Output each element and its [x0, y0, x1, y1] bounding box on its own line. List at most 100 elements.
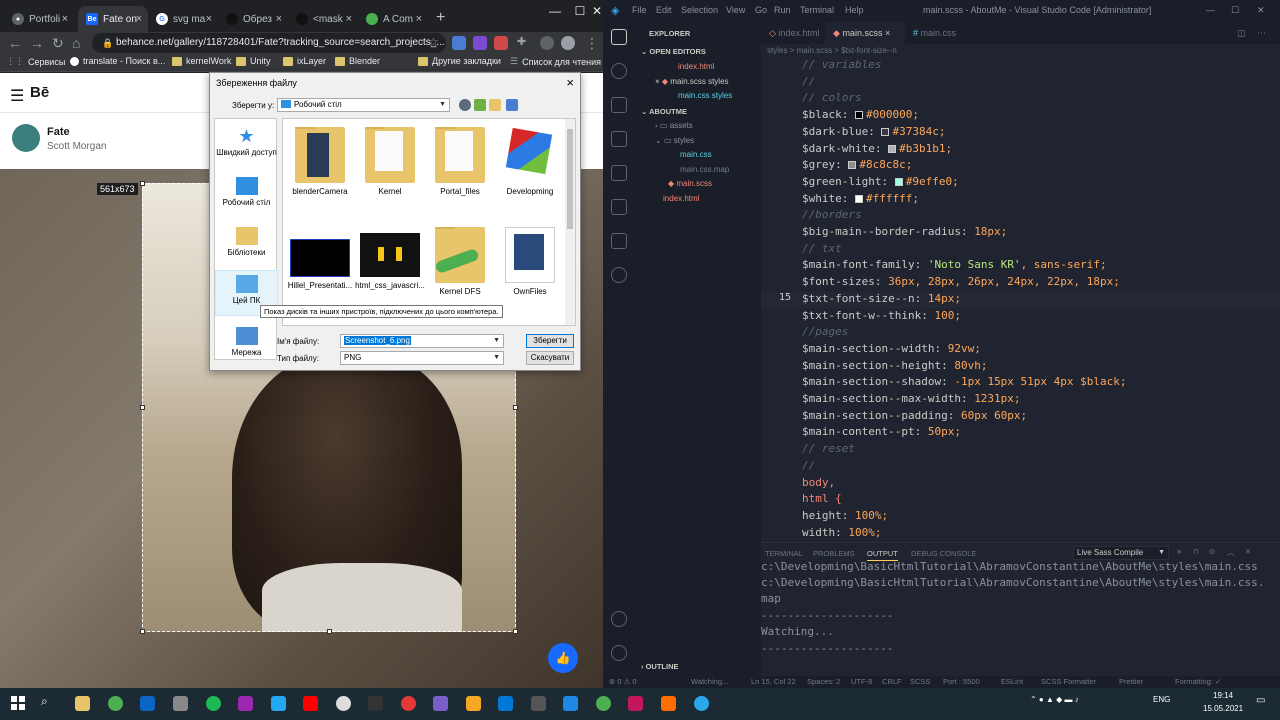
code-line[interactable]: // — [761, 75, 1280, 92]
filetype-select[interactable]: PNG ▼ — [340, 351, 504, 365]
outline-header[interactable]: › OUTLINE — [641, 662, 679, 671]
vscode-icon[interactable] — [271, 696, 286, 711]
bookmark-other[interactable]: Другие закладки — [418, 56, 501, 66]
home-icon[interactable]: ⌂ — [72, 35, 80, 51]
menu-go[interactable]: Go — [755, 5, 767, 15]
list-filter-icon[interactable]: ≡ — [1177, 547, 1181, 556]
explorer-icon[interactable] — [611, 29, 627, 45]
project-header[interactable]: ⌄ ABOUTME — [641, 107, 687, 116]
code-line[interactable]: width: 100%; — [761, 526, 1280, 543]
keyboard-language[interactable]: ENG — [1153, 695, 1170, 704]
up-folder-icon[interactable] — [474, 99, 486, 111]
status-prettier[interactable]: Prettier — [1119, 677, 1143, 686]
status-language[interactable]: SCSS — [910, 677, 930, 686]
app-icon[interactable] — [368, 696, 383, 711]
extension-icon[interactable] — [494, 36, 508, 50]
puzzle-extensions-icon[interactable]: ✚ — [517, 35, 526, 48]
avatar[interactable] — [12, 124, 40, 152]
code-line[interactable]: $main-section--width: 92vw; — [761, 342, 1280, 359]
code-line[interactable]: //borders — [761, 208, 1280, 225]
panel-tab-problems[interactable]: PROBLEMS — [813, 549, 855, 558]
place-quick-access[interactable]: ★ Швидкий доступ — [215, 127, 278, 158]
code-line[interactable]: $dark-blue: #37384c; — [761, 125, 1280, 142]
resize-handle[interactable] — [513, 405, 518, 410]
file-item[interactable]: blenderCamera — [285, 127, 355, 196]
skype-icon[interactable] — [563, 696, 578, 711]
lock-icon[interactable]: ⊓ — [1193, 547, 1199, 556]
file-item[interactable]: OwnFiles — [495, 227, 565, 296]
app-icon[interactable] — [628, 696, 643, 711]
close-tab-icon[interactable]: × — [416, 13, 422, 25]
code-line[interactable]: $green-light: #9effe0; — [761, 175, 1280, 192]
close-tab-icon[interactable]: × — [136, 13, 142, 25]
file-item[interactable]: Hillel_Presentati... — [285, 227, 355, 290]
close-tab-icon[interactable]: × — [346, 13, 352, 25]
code-line[interactable]: $font-sizes: 36px, 28px, 26px, 24px, 22p… — [761, 275, 1280, 292]
telegram-icon[interactable] — [694, 696, 709, 711]
close-icon[interactable]: × — [885, 28, 890, 38]
remote-explorer-icon[interactable] — [611, 199, 627, 215]
tab-main-scss[interactable]: ◆ main.scss × — [825, 22, 905, 44]
color-swatch[interactable] — [848, 161, 857, 170]
color-swatch[interactable] — [854, 111, 863, 120]
author-name[interactable]: Scott Morgan — [47, 141, 106, 152]
code-line[interactable]: $big-main--border-radius: 18px; — [761, 225, 1280, 242]
status-position[interactable]: Ln 15, Col 22 — [751, 677, 796, 686]
open-editor-item[interactable]: × ◆ main.scss styles — [655, 77, 729, 86]
forward-arrow-icon[interactable]: → — [30, 35, 44, 51]
menu-view[interactable]: View — [726, 5, 745, 15]
resize-handle[interactable] — [327, 629, 332, 634]
color-swatch[interactable] — [894, 177, 903, 186]
close-tab-icon[interactable]: × — [62, 13, 68, 25]
outlook-icon[interactable] — [140, 696, 155, 711]
app-icon[interactable] — [173, 696, 188, 711]
menu-selection[interactable]: Selection — [681, 5, 718, 15]
close-tab-icon[interactable]: × — [276, 13, 282, 25]
browser-tab-mask[interactable]: <mask × — [288, 6, 358, 32]
tab-main-css[interactable]: # main.css — [905, 22, 969, 44]
reload-icon[interactable]: ↻ — [52, 35, 64, 52]
notifications-icon[interactable]: ▭ — [1256, 695, 1265, 706]
open-editor-item[interactable]: main.css styles — [678, 91, 732, 100]
youtube-icon[interactable] — [303, 696, 318, 711]
tree-file[interactable]: index.html — [663, 194, 699, 203]
docker-icon[interactable] — [611, 233, 627, 249]
menu-file[interactable]: File — [632, 5, 647, 15]
browser-tab-complete[interactable]: A Com × — [358, 6, 428, 32]
code-line[interactable]: body, — [761, 476, 1280, 493]
source-control-icon[interactable] — [611, 97, 627, 113]
status-formatting[interactable]: Formatting: ✓ — [1175, 677, 1221, 686]
browser-tab-behance[interactable]: Be Fate on × — [78, 6, 148, 32]
tree-file[interactable]: ◆ main.scss — [668, 179, 712, 188]
tree-file[interactable]: main.css.map — [680, 165, 729, 174]
spotify-icon[interactable] — [206, 696, 221, 711]
file-item[interactable]: Developming — [495, 127, 565, 196]
code-line[interactable]: $black: #000000; — [761, 108, 1280, 125]
back-icon[interactable] — [459, 99, 471, 111]
windows-start-icon[interactable] — [11, 696, 25, 710]
view-menu-icon[interactable] — [506, 99, 518, 111]
code-line[interactable]: // reset — [761, 442, 1280, 459]
code-line[interactable]: $main-section--padding: 60px 60px; — [761, 409, 1280, 426]
new-folder-icon[interactable] — [489, 99, 501, 111]
remote-icon[interactable]: ⊗ 0 ⚠ 0 — [609, 677, 637, 686]
panel-tab-terminal[interactable]: TERMINAL — [765, 549, 803, 558]
app-icon[interactable] — [433, 696, 448, 711]
run-debug-icon[interactable] — [611, 131, 627, 147]
code-line[interactable]: $txt-font-w--think: 100; — [761, 309, 1280, 326]
tab-index-html[interactable]: ◇ index.html — [761, 22, 825, 44]
file-item[interactable]: Kernel DFS — [425, 227, 495, 296]
close-window-button[interactable]: ✕ — [585, 4, 603, 18]
app-icon[interactable] — [401, 696, 416, 711]
split-editor-icon[interactable]: ◫ — [1235, 22, 1255, 44]
status-port[interactable]: Port : 5500 — [943, 677, 980, 686]
menu-run[interactable]: Run — [774, 5, 791, 15]
code-line[interactable]: 15 $txt-font-size--n: 14px; — [761, 291, 1280, 309]
gear-icon[interactable] — [611, 645, 627, 661]
code-line[interactable]: // variables — [761, 58, 1280, 75]
bookmark-ixlayer[interactable]: ixLayer — [283, 56, 326, 66]
panel-tab-debug-console[interactable]: DEBUG CONSOLE — [911, 549, 976, 558]
appreciate-button[interactable]: 👍 — [548, 643, 578, 673]
close-icon[interactable]: ✕ — [1245, 547, 1251, 556]
tree-folder[interactable]: › ▭ assets — [655, 121, 693, 130]
